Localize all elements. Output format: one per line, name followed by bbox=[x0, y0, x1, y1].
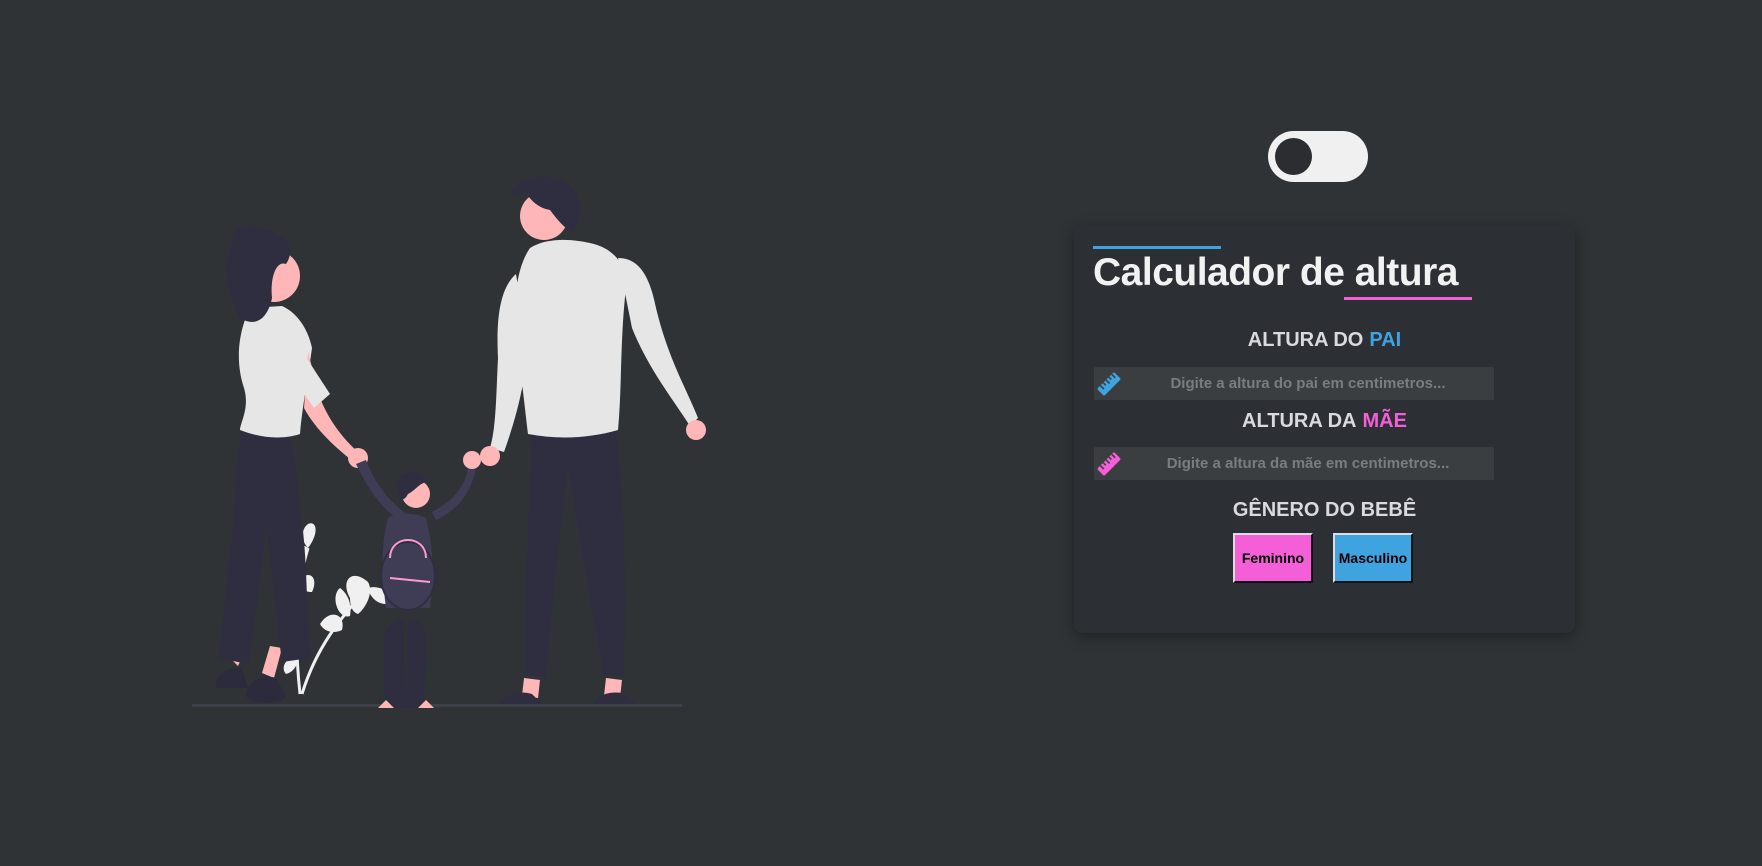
female-button[interactable]: Feminino bbox=[1233, 533, 1313, 583]
mother-figure bbox=[215, 226, 368, 703]
theme-toggle[interactable] bbox=[1268, 131, 1368, 182]
baby-gender-label: GÊNERO DO BEBÊ bbox=[1232, 499, 1417, 521]
male-button[interactable]: Masculino bbox=[1333, 533, 1413, 583]
father-height-field[interactable] bbox=[1094, 367, 1494, 400]
ruler-icon bbox=[1097, 372, 1121, 396]
family-illustration bbox=[192, 176, 706, 708]
page: Calculador de altura ALTURA DOPAI ALTURA… bbox=[0, 0, 1762, 866]
father-height-input[interactable] bbox=[1126, 367, 1490, 400]
mother-height-field[interactable] bbox=[1094, 447, 1494, 480]
page-title: Calculador de altura bbox=[1093, 251, 1458, 294]
title-accent-line-bottom bbox=[1344, 297, 1472, 300]
title-accent-line-top bbox=[1093, 246, 1221, 249]
father-figure bbox=[480, 176, 706, 704]
father-label-accent: PAI bbox=[1369, 329, 1402, 351]
mother-label-accent: MÃE bbox=[1362, 410, 1407, 432]
child-figure bbox=[356, 451, 481, 708]
ground-line bbox=[192, 704, 682, 707]
mother-height-label: ALTURA DA MÃE bbox=[1074, 410, 1575, 433]
calculator-card: Calculador de altura ALTURA DOPAI ALTURA… bbox=[1074, 225, 1575, 633]
ruler-icon bbox=[1097, 452, 1121, 476]
toggle-knob bbox=[1275, 138, 1312, 175]
mother-height-input[interactable] bbox=[1126, 447, 1490, 480]
father-label-prefix: ALTURA DO bbox=[1247, 329, 1364, 351]
father-height-label: ALTURA DO PAI bbox=[1074, 329, 1575, 352]
mother-label-prefix: ALTURA DA bbox=[1242, 410, 1357, 432]
